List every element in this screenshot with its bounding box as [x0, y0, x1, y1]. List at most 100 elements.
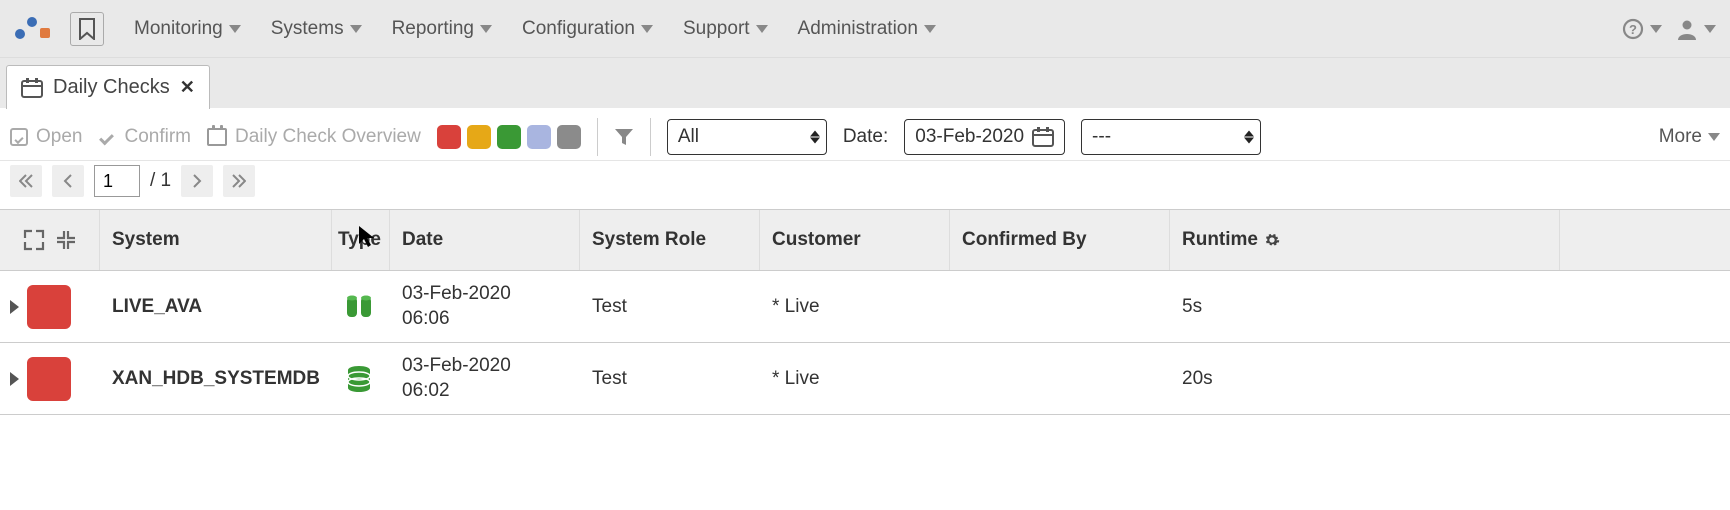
- database-icon: [344, 364, 374, 394]
- menu-monitoring[interactable]: Monitoring: [134, 18, 241, 40]
- cylinders-icon: [344, 292, 374, 322]
- user-icon: [1676, 18, 1698, 40]
- system-filter-value: All: [678, 126, 699, 148]
- th-label: System: [112, 229, 180, 251]
- expand-row-button[interactable]: [10, 372, 19, 386]
- menu-systems[interactable]: Systems: [271, 18, 362, 40]
- chevron-left-icon: [62, 174, 74, 188]
- th-system-role[interactable]: System Role: [580, 210, 760, 270]
- cell-runtime: 20s: [1170, 358, 1560, 400]
- app-logo[interactable]: [14, 14, 56, 44]
- confirm-label: Confirm: [124, 126, 191, 148]
- status-filter-group: [437, 125, 581, 149]
- overview-label: Daily Check Overview: [235, 126, 421, 148]
- check-icon: [98, 128, 116, 146]
- th-expand-controls: [0, 210, 100, 270]
- date-picker[interactable]: 03-Feb-2020: [904, 119, 1065, 155]
- status-filter-green[interactable]: [497, 125, 521, 149]
- status-filter-red[interactable]: [437, 125, 461, 149]
- page-first-button[interactable]: [10, 165, 42, 197]
- date-line-1: 03-Feb-2020: [402, 354, 568, 379]
- range-select[interactable]: ---: [1081, 119, 1261, 155]
- status-filter-blue[interactable]: [527, 125, 551, 149]
- date-line-1: 03-Feb-2020: [402, 282, 568, 307]
- menu-administration[interactable]: Administration: [798, 18, 936, 40]
- filter-button[interactable]: [614, 127, 634, 147]
- tab-daily-checks[interactable]: Daily Checks ✕: [6, 65, 210, 109]
- date-label: Date:: [843, 126, 888, 148]
- cell-type: [332, 354, 390, 404]
- calendar-icon: [21, 78, 43, 98]
- row-status-cell: [0, 285, 100, 329]
- cell-customer: * Live: [760, 358, 950, 400]
- cell-date: 03-Feb-2020 06:02: [390, 344, 580, 413]
- spinner-icon: [1244, 131, 1254, 144]
- double-chevron-left-icon: [19, 174, 33, 188]
- th-confirmed-by[interactable]: Confirmed By: [950, 210, 1170, 270]
- th-runtime[interactable]: Runtime: [1170, 210, 1560, 270]
- th-label: Confirmed By: [962, 229, 1087, 251]
- svg-text:?: ?: [1629, 22, 1637, 37]
- mouse-cursor-icon: [358, 225, 376, 249]
- status-filter-orange[interactable]: [467, 125, 491, 149]
- cell-runtime: 5s: [1170, 286, 1560, 328]
- chevron-down-icon: [1704, 25, 1716, 33]
- cell-system[interactable]: LIVE_AVA: [100, 286, 332, 328]
- menu-label: Support: [683, 18, 750, 40]
- th-date[interactable]: Date: [390, 210, 580, 270]
- th-system[interactable]: System: [100, 210, 332, 270]
- th-label: System Role: [592, 229, 706, 251]
- cell-customer: * Live: [760, 286, 950, 328]
- expand-all-icon[interactable]: [23, 229, 45, 251]
- daily-checks-table: System Type Date System Role Customer Co…: [0, 209, 1730, 415]
- chevron-down-icon: [1708, 133, 1720, 141]
- range-value: ---: [1092, 126, 1111, 148]
- th-label: Date: [402, 229, 443, 251]
- pagination: / 1: [0, 161, 1730, 209]
- page-number-input[interactable]: [94, 165, 140, 197]
- bookmark-button[interactable]: [70, 12, 104, 46]
- help-icon: ?: [1622, 18, 1644, 40]
- spinner-icon: [810, 131, 820, 144]
- date-line-2: 06:02: [402, 379, 568, 404]
- status-indicator-red: [27, 357, 71, 401]
- confirm-button[interactable]: Confirm: [98, 126, 191, 148]
- collapse-all-icon[interactable]: [55, 229, 77, 251]
- more-label: More: [1659, 126, 1702, 148]
- date-value: 03-Feb-2020: [915, 126, 1024, 148]
- page-next-button[interactable]: [181, 165, 213, 197]
- separator: [597, 118, 598, 156]
- topbar-right: ?: [1622, 18, 1716, 40]
- gear-icon[interactable]: [1264, 232, 1280, 248]
- table-row: LIVE_AVA 03-Feb-2020 06:06 Test * Live 5…: [0, 271, 1730, 343]
- status-filter-gray[interactable]: [557, 125, 581, 149]
- menu-label: Monitoring: [134, 18, 223, 40]
- daily-check-overview-button[interactable]: Daily Check Overview: [207, 126, 421, 148]
- menu-configuration[interactable]: Configuration: [522, 18, 653, 40]
- th-customer[interactable]: Customer: [760, 210, 950, 270]
- menu-label: Administration: [798, 18, 918, 40]
- open-button[interactable]: Open: [10, 126, 82, 148]
- page-prev-button[interactable]: [52, 165, 84, 197]
- page-last-button[interactable]: [223, 165, 255, 197]
- cell-system[interactable]: XAN_HDB_SYSTEMDB: [100, 358, 332, 400]
- top-navigation: Monitoring Systems Reporting Configurati…: [0, 0, 1730, 58]
- menu-label: Reporting: [392, 18, 474, 40]
- system-filter-select[interactable]: All: [667, 119, 827, 155]
- more-menu[interactable]: More: [1659, 126, 1720, 148]
- chevron-down-icon: [350, 25, 362, 33]
- help-menu[interactable]: ?: [1622, 18, 1662, 40]
- chevron-down-icon: [1650, 25, 1662, 33]
- cell-type: [332, 282, 390, 332]
- chevron-down-icon: [924, 25, 936, 33]
- funnel-icon: [614, 127, 634, 147]
- toolbar: Open Confirm Daily Check Overview All Da…: [0, 108, 1730, 161]
- user-menu[interactable]: [1676, 18, 1716, 40]
- close-tab-button[interactable]: ✕: [180, 77, 195, 98]
- th-label: Customer: [772, 229, 861, 251]
- cell-date: 03-Feb-2020 06:06: [390, 272, 580, 341]
- menu-support[interactable]: Support: [683, 18, 768, 40]
- expand-row-button[interactable]: [10, 300, 19, 314]
- row-status-cell: [0, 357, 100, 401]
- menu-reporting[interactable]: Reporting: [392, 18, 492, 40]
